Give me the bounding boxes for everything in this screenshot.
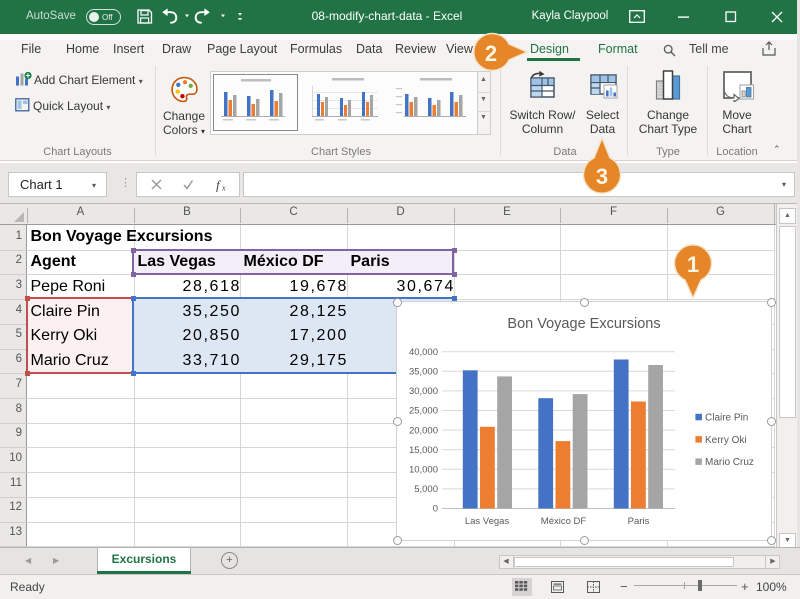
svg-text:2: 2 [485, 41, 497, 66]
svg-text:México DF: México DF [541, 516, 587, 527]
svg-text:25,000: 25,000 [409, 406, 438, 417]
svg-text:3: 3 [596, 164, 608, 189]
svg-text:Bon Voyage Excursions: Bon Voyage Excursions [507, 316, 660, 332]
svg-text:0: 0 [433, 504, 438, 515]
svg-text:40,000: 40,000 [409, 347, 438, 358]
svg-text:5,000: 5,000 [414, 484, 438, 495]
svg-text:10,000: 10,000 [409, 465, 438, 476]
svg-text:Kerry Oki: Kerry Oki [705, 435, 747, 446]
svg-text:Paris: Paris [628, 516, 650, 527]
svg-text:x: x [221, 184, 226, 193]
svg-text:Las Vegas: Las Vegas [465, 516, 510, 527]
svg-text:1: 1 [687, 252, 699, 277]
svg-text:30,000: 30,000 [409, 386, 438, 397]
svg-text:15,000: 15,000 [409, 445, 438, 456]
svg-text:Mario Cruz: Mario Cruz [705, 457, 754, 468]
svg-text:Claire Pin: Claire Pin [705, 413, 748, 424]
svg-text:35,000: 35,000 [409, 367, 438, 378]
svg-text:20,000: 20,000 [409, 425, 438, 436]
